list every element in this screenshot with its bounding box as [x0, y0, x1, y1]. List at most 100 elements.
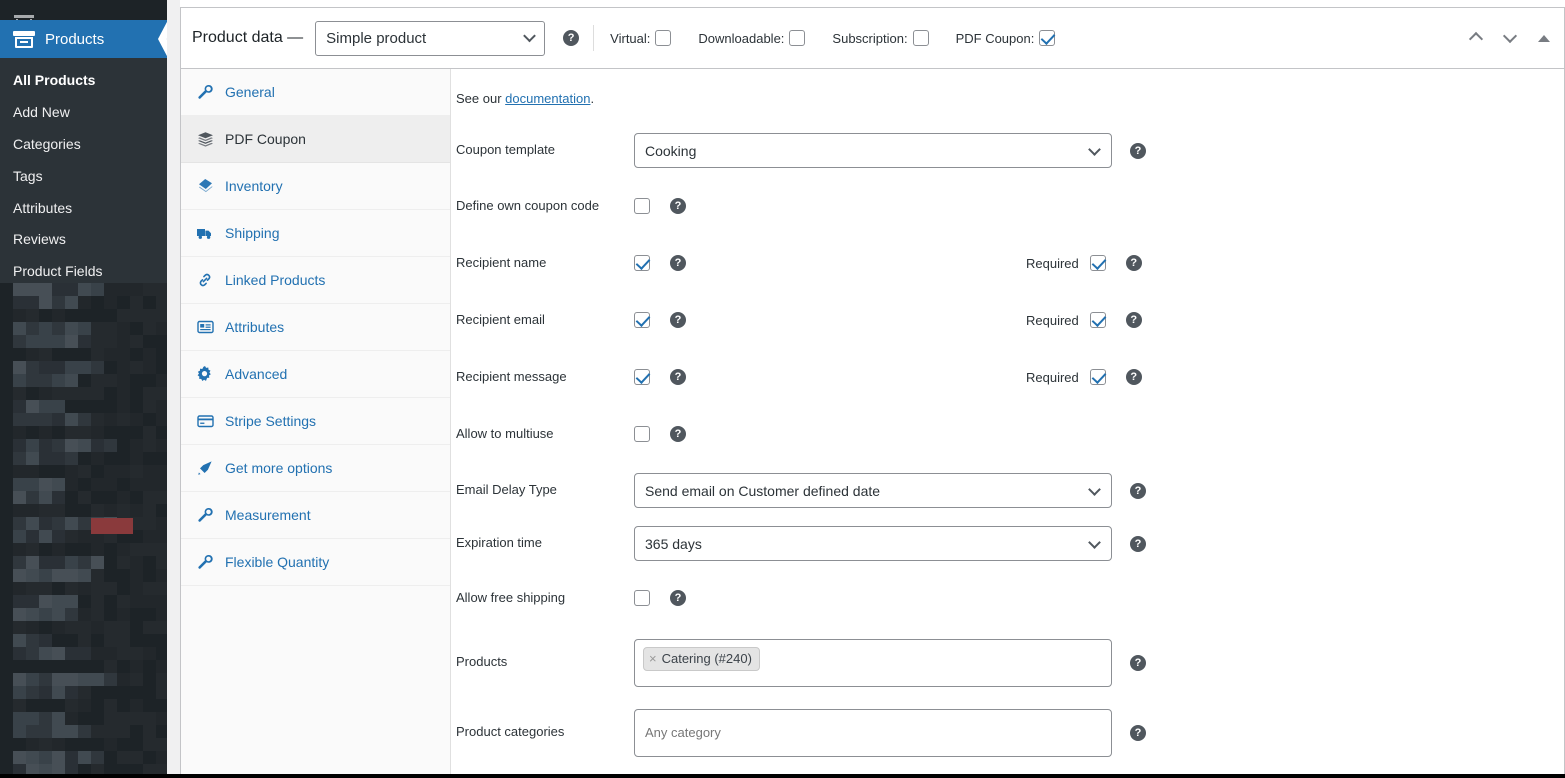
sidebar-item-tags[interactable]: Tags — [0, 161, 167, 193]
admin-sidebar: Products All Products Add New Categories… — [0, 0, 175, 774]
recipient-name-help-icon[interactable]: ? — [670, 255, 686, 271]
sidebar-item-all-products[interactable]: All Products — [0, 65, 167, 97]
wrench-icon — [195, 505, 215, 525]
recipient-message-checkbox[interactable] — [634, 369, 650, 385]
email-delay-type-help-icon[interactable]: ? — [1130, 482, 1146, 499]
megaphone-icon — [195, 458, 215, 478]
virtual-option[interactable]: Virtual: — [610, 30, 676, 46]
allow-free-shipping-help-icon[interactable]: ? — [670, 590, 686, 606]
coupon-template-select[interactable]: Cooking — [634, 133, 1112, 168]
email-delay-type-label: Email Delay Type — [456, 482, 557, 498]
tab-attributes-label: Attributes — [225, 318, 285, 335]
sidebar-item-attributes[interactable]: Attributes — [0, 193, 167, 225]
virtual-checkbox[interactable] — [655, 30, 672, 46]
header-divider — [593, 25, 595, 51]
expiration-time-help-icon[interactable]: ? — [1130, 535, 1146, 552]
link-icon — [195, 270, 215, 290]
sidebar-redacted-region — [0, 283, 167, 774]
recipient-name-label: Recipient name — [456, 254, 547, 270]
product-type-select[interactable]: Simple product — [315, 20, 546, 56]
products-help-icon[interactable]: ? — [1130, 655, 1146, 671]
define-own-code-help-icon[interactable]: ? — [670, 198, 686, 214]
tab-get-more-options[interactable]: Get more options — [181, 445, 450, 492]
subscription-checkbox[interactable] — [912, 30, 929, 46]
recipient-email-checkbox[interactable] — [634, 312, 650, 328]
tab-inventory-label: Inventory — [225, 177, 283, 194]
products-select2-field[interactable]: × Catering (#240) — [634, 639, 1112, 687]
wordpress-admin-screen: Products All Products Add New Categories… — [0, 0, 1565, 778]
sidebar-item-products[interactable]: Products — [0, 20, 175, 58]
recipient-message-label: Recipient message — [456, 368, 567, 384]
product-data-body: General PDF Coupon Inventory Shipping Li… — [181, 69, 1564, 774]
product-data-header: Product data — Simple product ? Virtual:… — [181, 8, 1564, 69]
recipient-email-required-help-icon[interactable]: ? — [1125, 312, 1142, 328]
tab-stripe-settings[interactable]: Stripe Settings — [181, 398, 450, 445]
tab-flexible-quantity[interactable]: Flexible Quantity — [181, 539, 450, 586]
gear-icon — [195, 364, 215, 384]
tab-pdf-coupon[interactable]: PDF Coupon — [181, 116, 450, 163]
tab-measurement[interactable]: Measurement — [181, 492, 450, 539]
coupon-template-label: Coupon template — [456, 142, 556, 158]
allow-multiuse-help-icon[interactable]: ? — [670, 426, 686, 442]
documentation-note: See our documentation. — [451, 91, 1564, 114]
recipient-email-help-icon[interactable]: ? — [670, 312, 686, 328]
tab-linked-products-label: Linked Products — [225, 271, 326, 288]
define-own-code-checkbox[interactable] — [634, 198, 650, 214]
doc-note-suffix: . — [590, 91, 595, 106]
product-type-help-icon[interactable]: ? — [563, 30, 580, 46]
product-categories-help-icon[interactable]: ? — [1130, 725, 1146, 741]
tab-attributes[interactable]: Attributes — [181, 304, 450, 351]
recipient-name-checkbox[interactable] — [634, 255, 650, 271]
email-delay-type-select[interactable]: Send email on Customer defined date — [634, 473, 1112, 508]
sidebar-item-reviews[interactable]: Reviews — [0, 224, 167, 256]
product-data-metabox: Product data — Simple product ? Virtual:… — [180, 7, 1565, 774]
tab-advanced-label: Advanced — [225, 365, 288, 382]
row-coupon-template: Coupon template Cooking ? — [451, 133, 1564, 168]
recipient-name-required-group: Required ? — [1026, 255, 1142, 271]
tab-advanced[interactable]: Advanced — [181, 351, 450, 398]
pdf-coupon-label: PDF Coupon: — [955, 30, 1035, 46]
move-down-icon[interactable] — [1502, 28, 1520, 46]
allow-multiuse-checkbox[interactable] — [634, 426, 650, 442]
product-categories-select2-field[interactable]: Any category — [634, 709, 1112, 757]
sidebar-item-categories[interactable]: Categories — [0, 129, 167, 161]
sidebar-item-add-new[interactable]: Add New — [0, 97, 167, 129]
tab-shipping[interactable]: Shipping — [181, 210, 450, 257]
tab-get-more-options-label: Get more options — [225, 459, 333, 476]
row-product-categories: Product categories Any category ? — [451, 709, 1564, 757]
pdf-coupon-checkbox[interactable] — [1039, 30, 1056, 46]
toggle-panel-icon[interactable] — [1538, 34, 1550, 42]
recipient-message-help-icon[interactable]: ? — [670, 369, 686, 385]
documentation-link[interactable]: documentation — [505, 91, 590, 106]
recipient-message-required-checkbox[interactable] — [1089, 369, 1106, 385]
coupon-template-help-icon[interactable]: ? — [1130, 142, 1146, 159]
downloadable-option[interactable]: Downloadable: — [698, 30, 810, 46]
content-top-spacer — [180, 0, 1565, 7]
recipient-email-required-group: Required ? — [1026, 312, 1142, 328]
product-type-select-wrapper: Simple product — [315, 20, 546, 56]
row-allow-multiuse: Allow to multiuse ? — [451, 418, 1564, 450]
doc-note-prefix: See our — [456, 91, 506, 106]
recipient-email-required-checkbox[interactable] — [1089, 312, 1106, 328]
tab-inventory[interactable]: Inventory — [181, 163, 450, 210]
row-allow-free-shipping: Allow free shipping ? — [451, 582, 1564, 614]
coupon-stack-icon — [195, 129, 215, 149]
pdf-coupon-option[interactable]: PDF Coupon: — [956, 30, 1061, 46]
partial-menu-icon — [14, 6, 34, 20]
recipient-name-required-help-icon[interactable]: ? — [1125, 255, 1142, 271]
recipient-name-required-checkbox[interactable] — [1089, 255, 1106, 271]
recipient-message-required-help-icon[interactable]: ? — [1125, 369, 1142, 385]
products-tag[interactable]: × Catering (#240) — [643, 647, 760, 671]
move-up-icon[interactable] — [1468, 30, 1486, 47]
expiration-time-select[interactable]: 365 days — [634, 526, 1112, 561]
products-label: Products — [456, 654, 508, 669]
tab-flexible-quantity-label: Flexible Quantity — [225, 553, 330, 570]
page-title: Product data — — [192, 29, 304, 46]
downloadable-checkbox[interactable] — [789, 30, 806, 46]
admin-content-area: Product data — Simple product ? Virtual:… — [167, 0, 1565, 774]
tab-linked-products[interactable]: Linked Products — [181, 257, 450, 304]
allow-free-shipping-checkbox[interactable] — [634, 590, 650, 606]
subscription-option[interactable]: Subscription: — [832, 30, 933, 46]
remove-tag-icon[interactable]: × — [649, 650, 657, 667]
tab-general[interactable]: General — [181, 69, 450, 116]
